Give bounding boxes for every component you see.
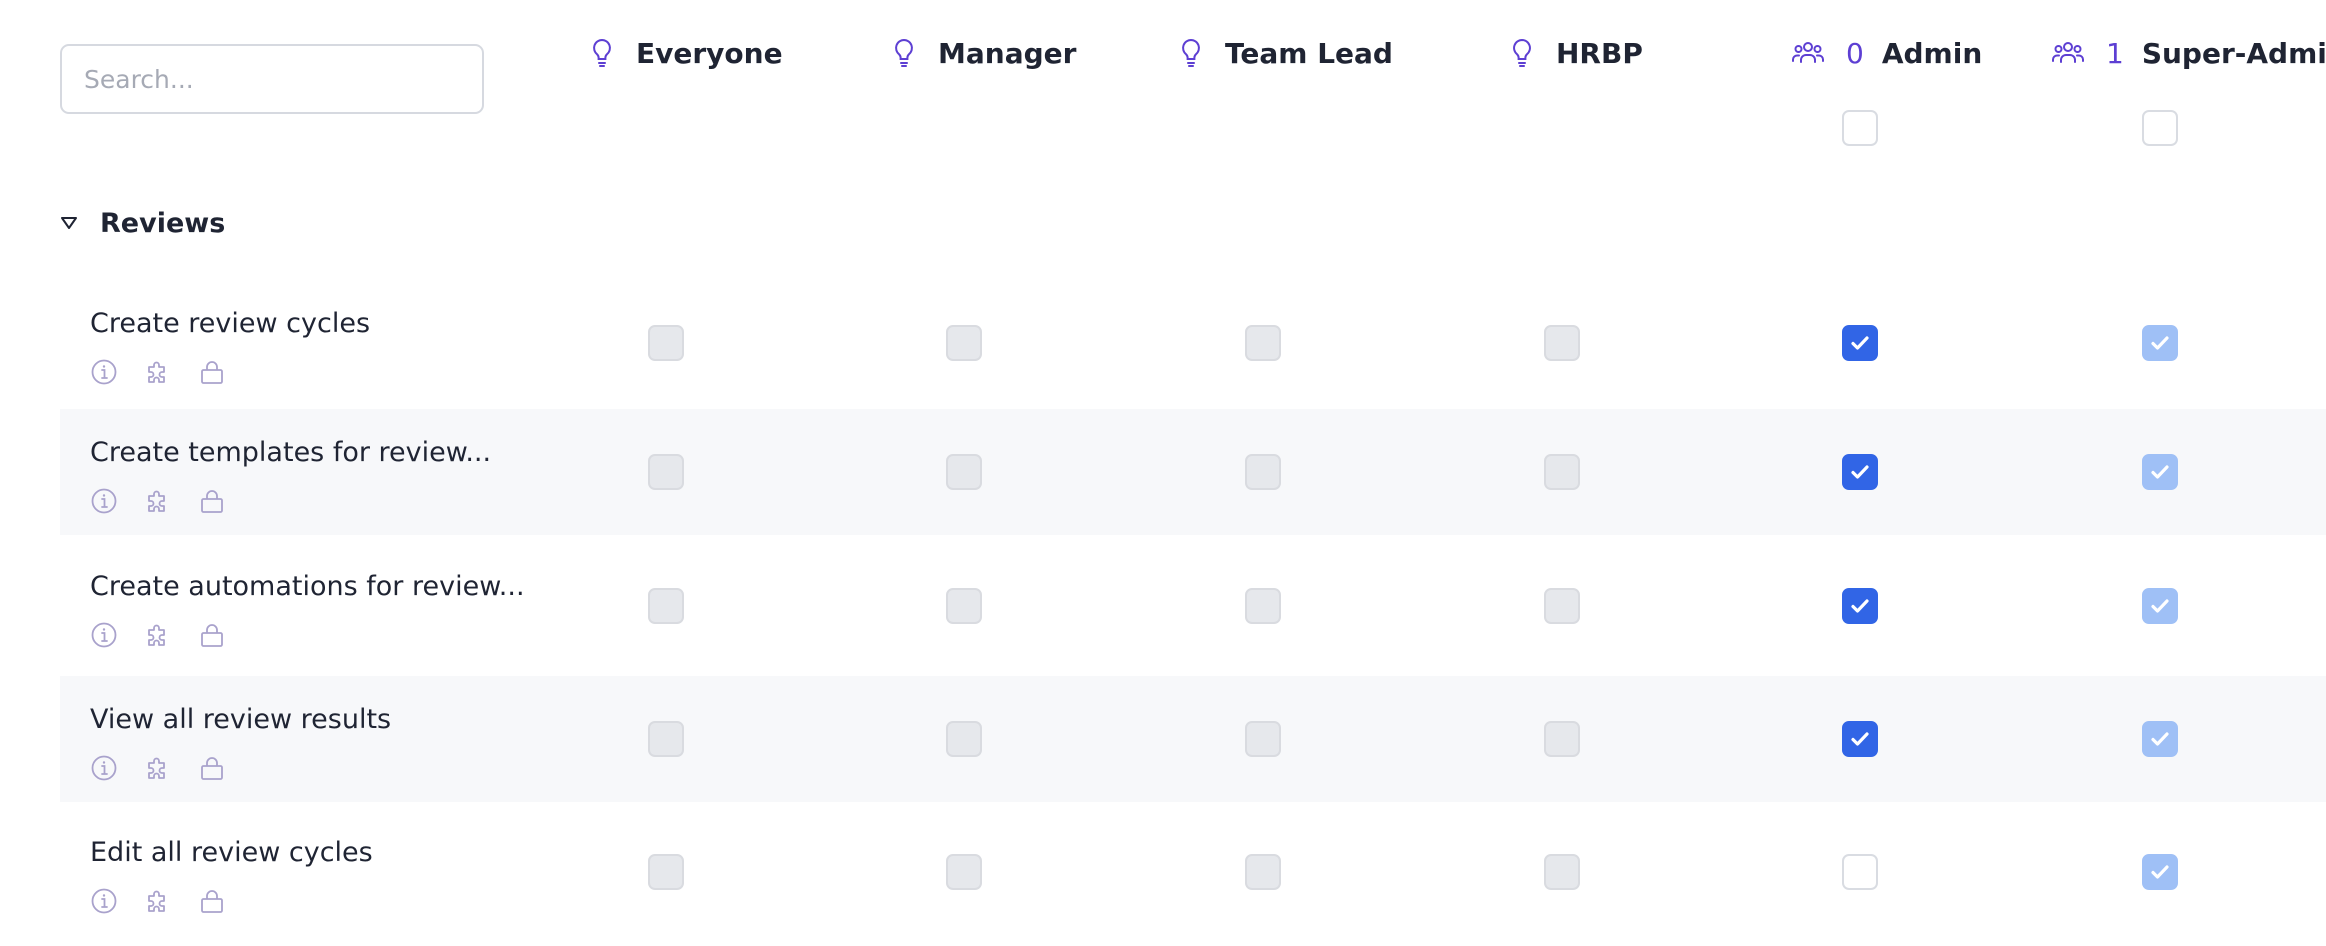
users-group-icon: [2052, 39, 2084, 67]
info-icon[interactable]: [90, 487, 118, 515]
permission-checkbox-manager: [946, 854, 982, 890]
permission-icons: [90, 487, 226, 515]
checkmark-icon: [1850, 464, 1870, 480]
info-icon[interactable]: [90, 621, 118, 649]
lock-icon[interactable]: [198, 358, 226, 386]
checkmark-icon: [1850, 731, 1870, 747]
permission-checkbox-super-admin[interactable]: [2142, 854, 2178, 890]
lightbulb-icon: [892, 38, 916, 68]
section-title: Reviews: [100, 207, 226, 239]
column-label: HRBP: [1556, 36, 1643, 70]
permission-row: Edit all review cycles: [60, 809, 2326, 935]
column-header-hrbp: HRBP: [1510, 30, 1643, 76]
permission-row: Create automations for review...: [60, 543, 2326, 669]
checkmark-icon: [2150, 464, 2170, 480]
checkmark-icon: [2150, 864, 2170, 880]
puzzle-icon[interactable]: [144, 887, 172, 915]
column-label: Admin: [1881, 36, 1983, 70]
lightbulb-icon: [1179, 38, 1203, 68]
lightbulb-icon: [590, 38, 614, 68]
permission-checkbox-hrbp: [1544, 454, 1580, 490]
column-header-everyone: Everyone: [590, 30, 783, 76]
puzzle-icon[interactable]: [144, 487, 172, 515]
permission-checkbox-everyone: [648, 325, 684, 361]
member-count: 0: [1846, 36, 1864, 70]
column-label: Everyone: [636, 36, 783, 70]
info-icon[interactable]: [90, 754, 118, 782]
lock-icon[interactable]: [198, 754, 226, 782]
permission-icons: [90, 621, 226, 649]
permission-checkbox-admin[interactable]: [1842, 454, 1878, 490]
permission-checkbox-hrbp: [1544, 721, 1580, 757]
checkmark-icon: [2150, 335, 2170, 351]
lightbulb-icon: [1510, 38, 1534, 68]
permission-checkbox-team-lead: [1245, 854, 1281, 890]
permission-label: Create templates for review...: [90, 437, 492, 468]
permission-checkbox-hrbp: [1544, 854, 1580, 890]
puzzle-icon[interactable]: [144, 358, 172, 386]
puzzle-icon[interactable]: [144, 754, 172, 782]
permissions-page: Everyone Manager Team Lead HRBP 0 Admin …: [0, 0, 2326, 946]
checkmark-icon: [1850, 598, 1870, 614]
permission-row: View all review results: [60, 676, 2326, 802]
permission-checkbox-everyone: [648, 454, 684, 490]
permission-checkbox-team-lead: [1245, 721, 1281, 757]
permission-label: Create automations for review...: [90, 571, 525, 602]
info-icon[interactable]: [90, 358, 118, 386]
permission-checkbox-hrbp: [1544, 325, 1580, 361]
column-header-admin: 0 Admin: [1792, 30, 1982, 76]
permission-checkbox-admin[interactable]: [1842, 588, 1878, 624]
permission-icons: [90, 358, 226, 386]
column-header-manager: Manager: [892, 30, 1076, 76]
permission-checkbox-manager: [946, 721, 982, 757]
permission-checkbox-team-lead: [1245, 588, 1281, 624]
column-label: Team Lead: [1225, 36, 1393, 70]
permission-icons: [90, 887, 226, 915]
permission-checkbox-manager: [946, 588, 982, 624]
section-reviews-toggle[interactable]: Reviews: [60, 202, 225, 244]
search-input[interactable]: [60, 44, 484, 114]
column-header-team-lead: Team Lead: [1179, 30, 1393, 76]
permission-checkbox-everyone: [648, 721, 684, 757]
permission-checkbox-super-admin[interactable]: [2142, 721, 2178, 757]
permission-row: Create review cycles: [60, 280, 2326, 406]
permission-label: Create review cycles: [90, 308, 371, 339]
permission-checkbox-team-lead: [1245, 325, 1281, 361]
checkmark-icon: [2150, 598, 2170, 614]
lock-icon[interactable]: [198, 887, 226, 915]
puzzle-icon[interactable]: [144, 621, 172, 649]
permission-icons: [90, 754, 226, 782]
permission-label: View all review results: [90, 704, 392, 735]
permission-checkbox-everyone: [648, 588, 684, 624]
permission-checkbox-super-admin[interactable]: [2142, 588, 2178, 624]
permission-checkbox-super-admin[interactable]: [2142, 325, 2178, 361]
member-count: 1: [2106, 36, 2124, 70]
checkmark-icon: [2150, 731, 2170, 747]
permission-checkbox-admin[interactable]: [1842, 721, 1878, 757]
permission-checkbox-team-lead: [1245, 454, 1281, 490]
info-icon[interactable]: [90, 887, 118, 915]
permission-checkbox-admin[interactable]: [1842, 325, 1878, 361]
permission-checkbox-admin[interactable]: [1842, 854, 1878, 890]
collapse-triangle-icon: [60, 216, 78, 230]
permission-checkbox-manager: [946, 325, 982, 361]
permission-checkbox-hrbp: [1544, 588, 1580, 624]
users-group-icon: [1792, 39, 1824, 67]
permission-checkbox-manager: [946, 454, 982, 490]
lock-icon[interactable]: [198, 621, 226, 649]
permission-checkbox-super-admin[interactable]: [2142, 454, 2178, 490]
permission-label: Edit all review cycles: [90, 837, 373, 868]
column-label: Manager: [938, 36, 1077, 70]
permission-row: Create templates for review...: [60, 409, 2326, 535]
column-label: Super-Admin: [2141, 36, 2326, 70]
checkmark-icon: [1850, 335, 1870, 351]
column-header-super-admin: 1 Super-Admin: [2052, 30, 2326, 76]
select-all-super-admin-checkbox[interactable]: [2142, 110, 2178, 146]
lock-icon[interactable]: [198, 487, 226, 515]
permission-checkbox-everyone: [648, 854, 684, 890]
select-all-admin-checkbox[interactable]: [1842, 110, 1878, 146]
